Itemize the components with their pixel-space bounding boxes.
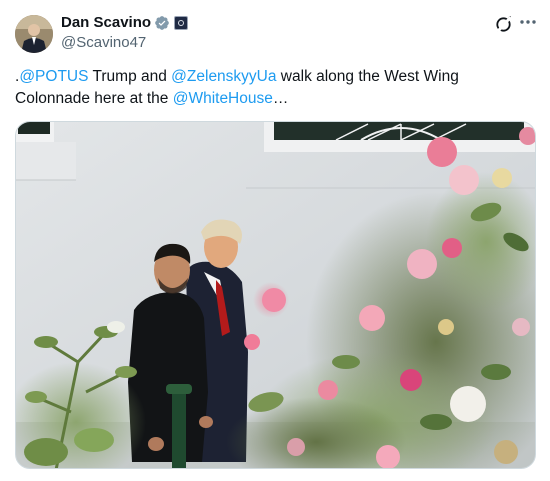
mention-link-potus[interactable]: @POTUS	[19, 68, 88, 85]
verified-badge-icon	[154, 15, 170, 31]
author-handle[interactable]: @Scavino47	[61, 34, 146, 52]
author-display-name[interactable]: Dan Scavino	[61, 13, 151, 33]
affiliate-badge-icon[interactable]	[174, 16, 189, 30]
avatar-image	[15, 15, 53, 53]
mention-link-zelenskyyua[interactable]: @ZelenskyyUa	[171, 68, 276, 85]
more-options-icon[interactable]	[517, 12, 539, 32]
grok-icon[interactable]	[494, 14, 514, 34]
mention-link-whitehouse[interactable]: @WhiteHouse	[173, 90, 273, 107]
author-name-row: Dan Scavino	[61, 13, 189, 33]
tweet-text-segment: …	[272, 90, 289, 107]
tweet-text-segment: Trump and	[88, 68, 172, 85]
photo-image	[16, 122, 535, 468]
avatar[interactable]	[15, 15, 53, 53]
tweet-text: .@POTUS Trump and @ZelenskyyUa walk alon…	[15, 66, 535, 110]
tweet-photo[interactable]	[15, 121, 536, 469]
